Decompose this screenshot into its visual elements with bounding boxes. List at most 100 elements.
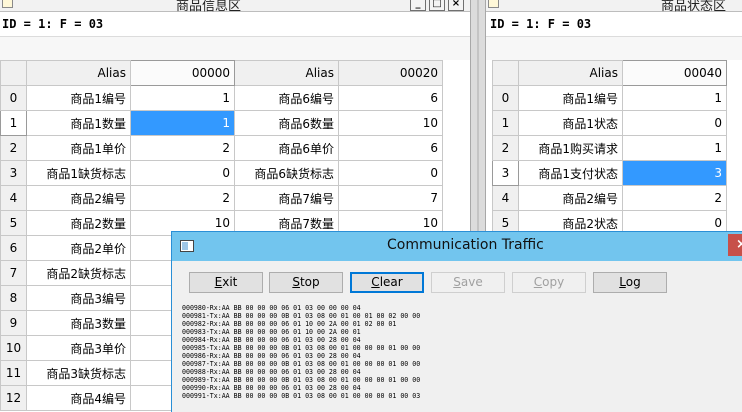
desktop: 商品信息区 _ □ × ID = 1: F = 03 Alias 00000 Ali… bbox=[0, 0, 742, 412]
clear-button[interactable]: Clear bbox=[350, 272, 424, 293]
communication-traffic-dialog[interactable]: Communication Traffic × Exit Stop Clear … bbox=[171, 231, 742, 412]
row-header[interactable]: 4 bbox=[492, 185, 519, 211]
alias-cell[interactable]: 商品3单价 bbox=[26, 335, 131, 361]
grid-toolbar-area bbox=[0, 36, 470, 60]
alias-cell[interactable]: 商品1编号 bbox=[518, 85, 623, 111]
column-header-alias[interactable]: Alias bbox=[26, 60, 131, 86]
copy-button[interactable]: Copy bbox=[512, 272, 586, 293]
save-button[interactable]: Save bbox=[431, 272, 505, 293]
log-line: 000981-Tx:AA BB 00 00 00 0B 01 03 08 00 … bbox=[182, 312, 421, 320]
alias-cell[interactable]: 商品2缺货标志 bbox=[26, 260, 131, 286]
stop-button[interactable]: Stop bbox=[269, 272, 343, 293]
log-line: 000990-Rx:AA BB 00 00 00 06 01 03 00 28 … bbox=[182, 384, 361, 392]
close-icon[interactable]: × bbox=[448, 0, 464, 11]
maximize-icon[interactable]: □ bbox=[429, 0, 445, 11]
log-line: 000982-Rx:AA BB 00 00 00 06 01 10 00 2A … bbox=[182, 320, 397, 328]
grid-corner[interactable] bbox=[492, 60, 519, 86]
alias-cell[interactable]: 商品6缺货标志 bbox=[234, 160, 339, 186]
row-header[interactable]: 11 bbox=[0, 360, 27, 386]
column-header-00040[interactable]: 00040 bbox=[622, 60, 727, 86]
alias-cell[interactable]: 商品1支付状态 bbox=[518, 160, 623, 186]
table-row: 1 商品1数量 1 商品6数量 10 bbox=[0, 110, 443, 136]
row-header[interactable]: 1 bbox=[0, 110, 27, 136]
row-header[interactable]: 2 bbox=[492, 135, 519, 161]
row-header[interactable]: 3 bbox=[492, 160, 519, 186]
copy-mnemonic: C bbox=[533, 275, 543, 289]
value-cell[interactable]: 0 bbox=[338, 160, 443, 186]
alias-cell[interactable]: 商品2编号 bbox=[26, 185, 131, 211]
alias-cell[interactable]: 商品1单价 bbox=[26, 135, 131, 161]
product-info-status: ID = 1: F = 03 bbox=[2, 17, 104, 31]
column-header-00000[interactable]: 00000 bbox=[130, 60, 235, 86]
value-cell[interactable]: 3 bbox=[622, 160, 727, 186]
value-cell[interactable]: 7 bbox=[338, 185, 443, 211]
table-row: 2 商品1单价 2 商品6单价 6 bbox=[0, 135, 443, 161]
alias-cell[interactable]: 商品1数量 bbox=[26, 110, 131, 136]
alias-cell[interactable]: 商品3编号 bbox=[26, 285, 131, 311]
dialog-close-icon[interactable]: × bbox=[728, 234, 742, 256]
column-header-alias[interactable]: Alias bbox=[234, 60, 339, 86]
column-header-alias[interactable]: Alias bbox=[518, 60, 623, 86]
log-line: 000980-Rx:AA BB 00 00 00 06 01 03 00 00 … bbox=[182, 304, 361, 312]
value-cell[interactable]: 0 bbox=[622, 110, 727, 136]
row-header[interactable]: 2 bbox=[0, 135, 27, 161]
value-cell[interactable]: 0 bbox=[130, 160, 235, 186]
value-cell[interactable]: 1 bbox=[130, 110, 235, 136]
column-header-00020[interactable]: 00020 bbox=[338, 60, 443, 86]
alias-cell[interactable]: 商品2数量 bbox=[26, 210, 131, 236]
value-cell[interactable]: 6 bbox=[338, 135, 443, 161]
row-header[interactable]: 8 bbox=[0, 285, 27, 311]
table-row: 2 商品1购买请求 1 bbox=[492, 135, 727, 161]
log-line: 000986-Rx:AA BB 00 00 00 06 01 03 00 28 … bbox=[182, 352, 361, 360]
table-row: 1 商品1状态 0 bbox=[492, 110, 727, 136]
row-header[interactable]: 3 bbox=[0, 160, 27, 186]
value-cell[interactable]: 1 bbox=[622, 135, 727, 161]
log-button[interactable]: Log bbox=[593, 272, 667, 293]
alias-cell[interactable]: 商品1购买请求 bbox=[518, 135, 623, 161]
minimize-icon[interactable]: _ bbox=[410, 0, 426, 11]
log-label: og bbox=[625, 275, 641, 289]
value-cell[interactable]: 6 bbox=[338, 85, 443, 111]
exit-button[interactable]: Exit bbox=[189, 272, 263, 293]
row-header[interactable]: 12 bbox=[0, 385, 27, 411]
value-cell[interactable]: 2 bbox=[130, 135, 235, 161]
alias-cell[interactable]: 商品6单价 bbox=[234, 135, 339, 161]
alias-cell[interactable]: 商品2编号 bbox=[518, 185, 623, 211]
product-status-grid[interactable]: Alias 00040 0 商品1编号 1 1 商品1状态 0 2 商品1购买请求 1 3 商品1支付状… bbox=[492, 60, 727, 236]
clear-label: lear bbox=[379, 275, 403, 289]
row-header[interactable]: 1 bbox=[492, 110, 519, 136]
grid-corner[interactable] bbox=[0, 60, 27, 86]
alias-cell[interactable]: 商品3数量 bbox=[26, 310, 131, 336]
row-header[interactable]: 4 bbox=[0, 185, 27, 211]
dialog-titlebar[interactable]: Communication Traffic × bbox=[172, 232, 742, 261]
row-header[interactable]: 5 bbox=[0, 210, 27, 236]
value-cell[interactable]: 1 bbox=[622, 85, 727, 111]
row-header[interactable]: 6 bbox=[0, 235, 27, 261]
clear-mnemonic: C bbox=[371, 275, 380, 289]
value-cell[interactable]: 1 bbox=[130, 85, 235, 111]
table-row: 4 商品2编号 2 bbox=[492, 185, 727, 211]
value-cell[interactable]: 2 bbox=[622, 185, 727, 211]
log-line: 000985-Tx:AA BB 00 00 00 0B 01 03 08 00 … bbox=[182, 344, 421, 352]
alias-cell[interactable]: 商品3缺货标志 bbox=[26, 360, 131, 386]
alias-cell[interactable]: 商品6编号 bbox=[234, 85, 339, 111]
alias-cell[interactable]: 商品7编号 bbox=[234, 185, 339, 211]
grid-toolbar-area bbox=[486, 36, 742, 60]
row-header[interactable]: 7 bbox=[0, 260, 27, 286]
row-header[interactable]: 9 bbox=[0, 310, 27, 336]
copy-label: opy bbox=[542, 275, 565, 289]
alias-cell[interactable]: 商品1编号 bbox=[26, 85, 131, 111]
value-cell[interactable]: 2 bbox=[130, 185, 235, 211]
product-status-titlebar[interactable]: 商品状态区 bbox=[486, 0, 742, 14]
alias-cell[interactable]: 商品6数量 bbox=[234, 110, 339, 136]
alias-cell[interactable]: 商品4编号 bbox=[26, 385, 131, 411]
alias-cell[interactable]: 商品2单价 bbox=[26, 235, 131, 261]
alias-cell[interactable]: 商品1缺货标志 bbox=[26, 160, 131, 186]
row-header[interactable]: 0 bbox=[492, 85, 519, 111]
product-info-titlebar[interactable]: 商品信息区 _ □ × bbox=[0, 0, 470, 14]
value-cell[interactable]: 10 bbox=[338, 110, 443, 136]
alias-cell[interactable]: 商品1状态 bbox=[518, 110, 623, 136]
row-header[interactable]: 10 bbox=[0, 335, 27, 361]
row-header[interactable]: 0 bbox=[0, 85, 27, 111]
traffic-log[interactable]: 000980-Rx:AA BB 00 00 00 06 01 03 00 00 … bbox=[182, 304, 742, 412]
